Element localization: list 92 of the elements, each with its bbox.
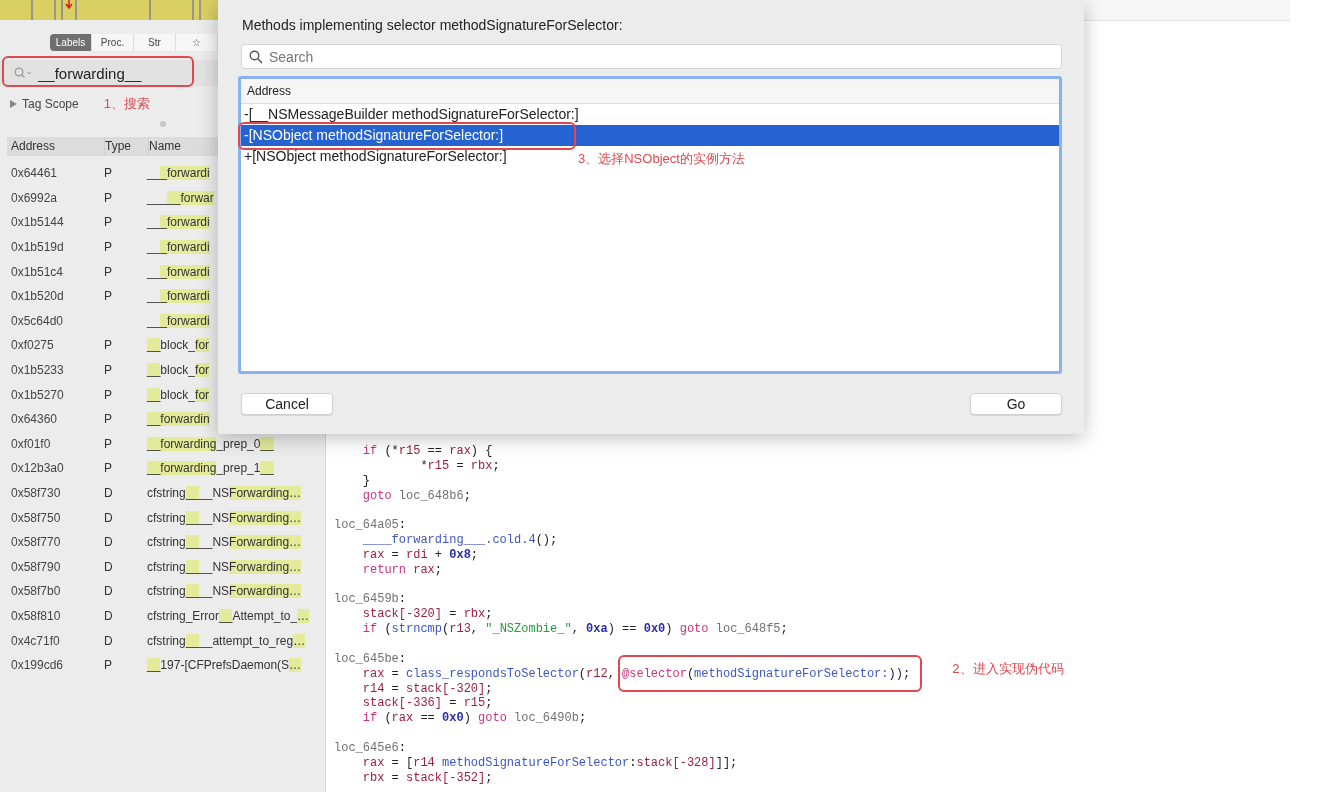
address-cell-text: 0x1b5233 bbox=[10, 363, 65, 378]
address-cell-text: 0x58f790 bbox=[10, 559, 62, 574]
address-cell-text: 0x199cd6 bbox=[10, 658, 65, 673]
tab[interactable]: Proc. bbox=[92, 34, 134, 51]
type-cell-text: P bbox=[104, 412, 113, 427]
type-cell-text: P bbox=[104, 436, 113, 451]
address-cell-text: 0x6992a bbox=[10, 190, 59, 205]
address-cell-text: 0x1b520d bbox=[10, 289, 65, 304]
address-cell-text: 0x4c71f0 bbox=[10, 633, 61, 648]
tag-scope-label[interactable]: Tag Scope bbox=[22, 97, 79, 111]
type-cell-text: D bbox=[104, 486, 114, 500]
type-column-header[interactable]: Type bbox=[105, 137, 149, 156]
address-cell-text: 0x58f750 bbox=[10, 510, 62, 525]
address-cell-text: 0xf0275 bbox=[10, 338, 55, 353]
address-cell-text: 0x58f7b0 bbox=[10, 584, 62, 599]
name-cell-text: cfstring____NSForwarding… bbox=[147, 486, 303, 500]
code-line: ____forwarding___.cold.4(); bbox=[361, 533, 558, 548]
resize-handle[interactable] bbox=[159, 121, 166, 127]
address-cell-text: 0x1b51c4 bbox=[10, 264, 65, 279]
tab[interactable]: Labels bbox=[50, 34, 92, 51]
dialog-title: Methods implementing selector methodSignatureForSelector: bbox=[241, 17, 624, 35]
type-cell-text: P bbox=[104, 166, 113, 181]
code-line: stack[-336] = r15; bbox=[361, 696, 493, 712]
code-line: return rax; bbox=[361, 562, 443, 578]
tab[interactable]: ☆ bbox=[176, 34, 218, 51]
code-line: if (*r15 == rax) { bbox=[361, 444, 493, 459]
code-line: rbx = stack[-352]; bbox=[361, 770, 493, 786]
address-cell-text: 0x1b519d bbox=[10, 240, 65, 255]
type-cell-text: P bbox=[104, 461, 113, 476]
code-line: loc_6459b: bbox=[334, 592, 406, 608]
address-cell-text: 0x58f730 bbox=[10, 486, 62, 500]
name-cell-text: cfstring____attempt_to_reg… bbox=[147, 633, 307, 648]
name-cell-text: __forwarding_prep_1__ bbox=[147, 461, 275, 476]
go-button[interactable]: Go bbox=[970, 393, 1062, 415]
name-cell-text: cfstring____NSForwarding… bbox=[147, 559, 303, 574]
code-line: loc_64a05: bbox=[334, 518, 406, 534]
search-icon bbox=[14, 67, 34, 79]
name-cell-text: cfstring____NSForwarding… bbox=[147, 584, 303, 599]
search-field[interactable]: Search bbox=[241, 44, 1062, 69]
name-cell-text: __197-[CFPrefsDaemon(S… bbox=[147, 658, 303, 673]
code-line: stack[-320] = rbx; bbox=[361, 607, 493, 623]
code-line: rax = rdi + 0x8; bbox=[361, 547, 479, 563]
type-cell-text: D bbox=[104, 609, 114, 623]
type-cell-text: P bbox=[104, 264, 113, 279]
method-row[interactable]: -[NSObject methodSignatureForSelector:] bbox=[241, 125, 1059, 146]
code-line: r14 = stack[-320]; bbox=[361, 681, 493, 697]
type-cell-text: P bbox=[104, 215, 113, 230]
code-line: goto loc_648b6; bbox=[361, 488, 471, 504]
type-cell-text: P bbox=[104, 289, 113, 304]
address-cell-text: 0x64461 bbox=[10, 166, 59, 181]
address-cell-text: 0x64360 bbox=[10, 412, 59, 427]
code-line: loc_645e6: bbox=[334, 740, 406, 756]
type-cell-text: P bbox=[104, 387, 113, 402]
search-icon bbox=[249, 50, 263, 64]
name-cell-text: cfstring____NSForwarding… bbox=[147, 535, 303, 550]
name-cell-text: cfstring_Error__Attempt_to_… bbox=[147, 609, 311, 623]
type-cell-text: P bbox=[104, 363, 113, 378]
address-cell-text: 0x12b3a0 bbox=[10, 461, 65, 476]
code-line: *r15 = rbx; bbox=[419, 458, 500, 474]
type-cell-text: D bbox=[104, 559, 114, 574]
cancel-button[interactable]: Cancel bbox=[241, 393, 333, 415]
column-header[interactable]: Address bbox=[241, 79, 1059, 104]
code-line: } bbox=[361, 473, 370, 489]
annotation-note: 2、进入实现伪代码 bbox=[952, 661, 1064, 678]
annotation-note: 1、搜索 bbox=[103, 95, 150, 113]
code-line: if (rax == 0x0) goto loc_6490b; bbox=[361, 711, 587, 727]
type-cell-text: P bbox=[104, 240, 113, 255]
disclosure-triangle-icon[interactable] bbox=[10, 100, 17, 108]
address-cell-text: 0x58f810 bbox=[10, 609, 62, 623]
address-cell-text: 0xf01f0 bbox=[10, 436, 52, 451]
type-cell-text: D bbox=[104, 633, 114, 648]
type-cell-text: P bbox=[104, 190, 113, 205]
type-cell-text: D bbox=[104, 584, 114, 599]
annotation-note: 3、选择NSObject的实例方法 bbox=[578, 150, 745, 168]
address-column-header[interactable]: Address bbox=[7, 137, 105, 156]
code-line: rax = class_respondsToSelector(r12, @selector(methodSignatureForSelector:)); bbox=[361, 666, 911, 682]
address-cell-text: 0x5c64d0 bbox=[10, 313, 65, 328]
name-cell-text: __forwarding_prep_0__ bbox=[147, 436, 275, 451]
method-row[interactable]: -[__NSMessageBuilder methodSignatureForSelector:] bbox=[241, 104, 579, 125]
code-line: loc_645be: bbox=[334, 651, 406, 667]
address-cell-text: 0x58f770 bbox=[10, 535, 62, 550]
code-line: rax = [r14 methodSignatureForSelector:stack[-328]]]; bbox=[361, 755, 738, 771]
type-cell-text: D bbox=[104, 535, 114, 550]
code-line: if (strncmp(r13, "_NSZombie_", 0xa) == 0x0) goto loc_648f5; bbox=[361, 622, 788, 637]
address-cell-text: 0x1b5270 bbox=[10, 387, 65, 402]
name-cell-text: cfstring____NSForwarding… bbox=[147, 510, 303, 525]
method-row[interactable]: +[NSObject methodSignatureForSelector:] bbox=[241, 146, 507, 167]
type-cell-text: P bbox=[104, 658, 113, 673]
address-cell-text: 0x1b5144 bbox=[10, 215, 65, 230]
type-cell-text: P bbox=[104, 338, 113, 353]
tab[interactable]: Str bbox=[134, 34, 176, 51]
type-cell-text: D bbox=[104, 510, 114, 525]
